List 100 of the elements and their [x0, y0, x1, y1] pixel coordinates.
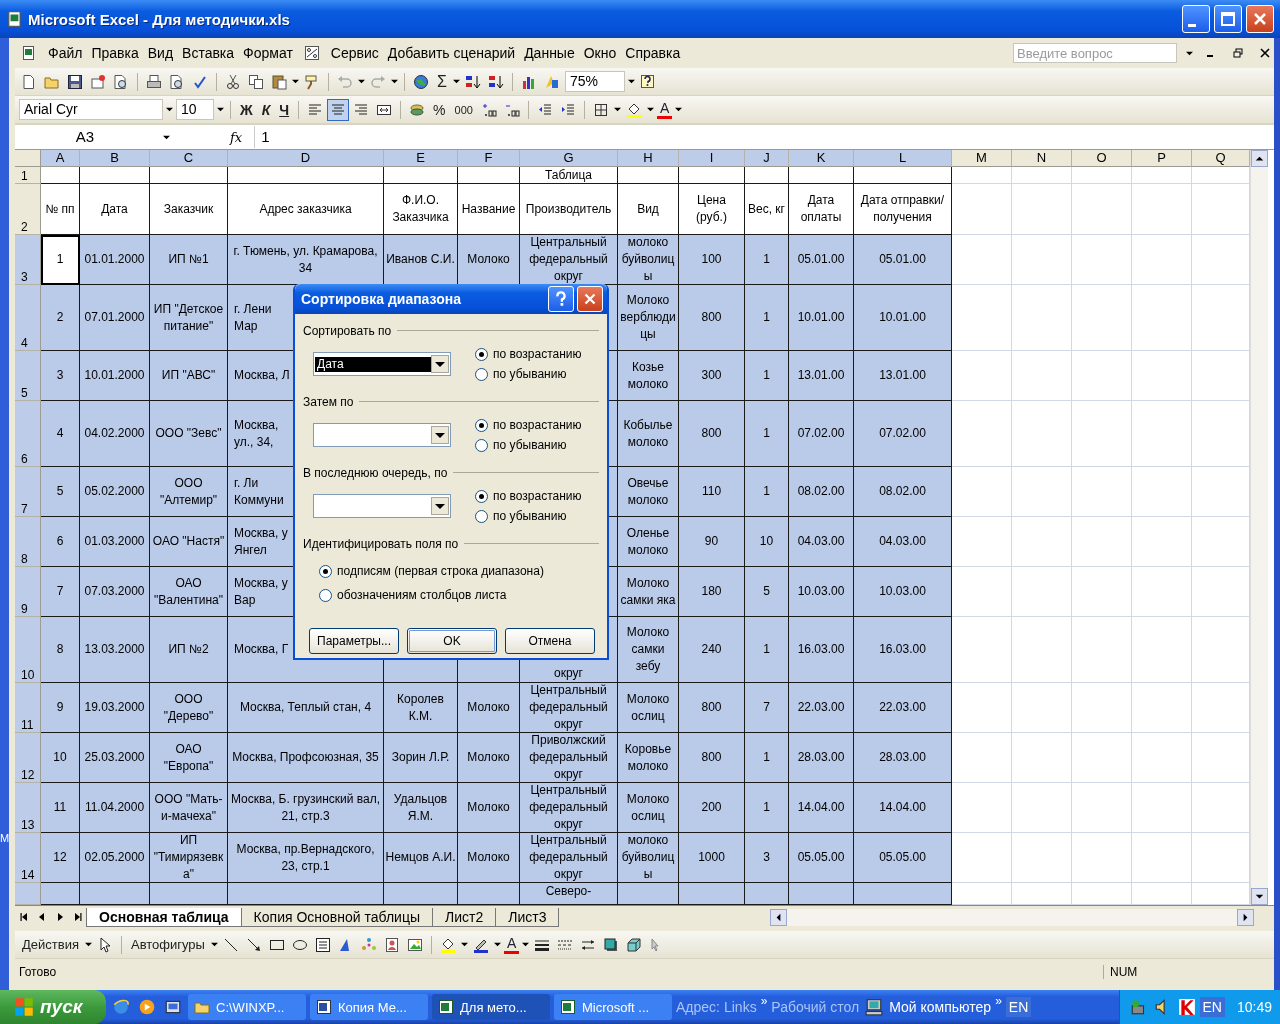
dropdown-arrow-icon[interactable] [522, 941, 530, 948]
name-box[interactable]: A3 [15, 127, 163, 147]
horizontal-scrollbar[interactable] [770, 908, 1254, 926]
dropdown-arrow-icon[interactable] [166, 106, 173, 113]
radio-button[interactable] [319, 564, 332, 578]
minimize-button[interactable] [1182, 5, 1210, 33]
row-header[interactable]: 4 [15, 285, 41, 351]
toolbar-chevron[interactable]: » [760, 994, 768, 1008]
zoom-dropdown[interactable]: 75% [564, 71, 625, 92]
radio-button[interactable] [475, 438, 488, 452]
menu-item[interactable]: Справка [625, 45, 681, 61]
font-size-dropdown[interactable]: 10 [176, 99, 214, 120]
sort-field-dropdown[interactable]: Дата [313, 352, 451, 376]
column-header[interactable]: B [80, 150, 150, 167]
column-header[interactable]: E [384, 150, 458, 167]
menu-item[interactable]: Вставка [182, 45, 235, 61]
autosum-button[interactable]: Σ [434, 72, 450, 91]
column-header[interactable]: N [1012, 150, 1072, 167]
dropdown-arrow-icon[interactable] [84, 941, 92, 948]
column-header[interactable]: L [854, 150, 952, 167]
scroll-left-icon[interactable] [770, 908, 787, 926]
align-center-icon[interactable] [328, 99, 349, 120]
radio-label[interactable]: по убыванию [493, 509, 567, 523]
toolbar-chevron[interactable]: » [995, 994, 1002, 1008]
row-header[interactable]: 5 [15, 351, 41, 401]
media-player-icon[interactable] [138, 998, 156, 1016]
menu-item[interactable]: Окно [583, 45, 617, 61]
menu-item[interactable]: Добавить сценарий [387, 45, 516, 61]
column-header[interactable]: C [150, 150, 228, 167]
sheet-tab[interactable]: Копия Основной таблицы [240, 907, 433, 927]
text-style-button[interactable]: Ж [237, 101, 256, 118]
dropdown-arrow-icon[interactable] [358, 78, 365, 85]
dropdown-arrow-icon[interactable] [163, 133, 170, 141]
row-header[interactable]: 1 [15, 167, 41, 184]
formula-field[interactable]: 1 [254, 126, 1274, 148]
radio-label[interactable]: по убыванию [493, 438, 567, 452]
dropdown-arrow-icon[interactable] [627, 78, 635, 85]
text-style-button[interactable]: Ч [276, 101, 293, 118]
radio-label[interactable]: по возрастанию [493, 489, 582, 503]
column-header[interactable]: K [789, 150, 854, 167]
dialog-button[interactable]: OK [407, 628, 497, 654]
start-button[interactable]: пуск [0, 990, 106, 1024]
my-computer-toolbar[interactable]: Мой компьютер [889, 999, 992, 1015]
menu-item[interactable]: Правка [91, 45, 139, 61]
sheet-tab[interactable]: Основная таблица [86, 907, 242, 927]
column-header[interactable]: F [458, 150, 520, 167]
help-button[interactable] [548, 286, 574, 312]
close-button[interactable] [1246, 5, 1274, 33]
font-color-button[interactable]: A [503, 935, 520, 954]
radio-button[interactable] [475, 509, 488, 523]
menu-item[interactable]: Сервис [330, 45, 379, 61]
row-header[interactable]: 7 [15, 467, 41, 517]
menu-item[interactable]: Формат [243, 45, 293, 61]
help-search-field[interactable]: Введите вопрос [1013, 43, 1177, 63]
scroll-right-icon[interactable] [1237, 908, 1254, 926]
percent-button[interactable]: % [430, 101, 449, 118]
taskbar-button[interactable]: C:\WINXP... [188, 994, 306, 1020]
row-header[interactable]: 2 [15, 184, 41, 235]
radio-label[interactable]: по убыванию [493, 367, 567, 381]
row-header[interactable]: 12 [15, 733, 41, 783]
taskbar-button[interactable]: Копия Ме... [310, 994, 428, 1020]
row-header[interactable]: 11 [15, 683, 41, 733]
row-header[interactable]: 14 [15, 833, 41, 883]
browser-icon[interactable] [112, 998, 130, 1016]
sort-field-dropdown[interactable] [313, 494, 451, 518]
text-style-button[interactable]: К [258, 101, 274, 118]
close-icon[interactable] [1260, 48, 1270, 58]
font-dropdown[interactable]: Arial Cyr [19, 99, 163, 120]
column-header[interactable]: J [745, 150, 789, 167]
radio-label[interactable]: по возрастанию [493, 418, 582, 432]
antivirus-icon[interactable] [1177, 998, 1196, 1016]
row-header[interactable]: 8 [15, 517, 41, 567]
sort-field-dropdown[interactable] [313, 423, 451, 447]
column-header[interactable]: O [1072, 150, 1132, 167]
restore-icon[interactable] [1233, 48, 1243, 58]
dropdown-arrow-icon[interactable] [292, 78, 299, 85]
menu-item[interactable]: Вид [147, 45, 174, 61]
actions-menu[interactable]: Действия [19, 937, 82, 952]
dropdown-arrow-icon[interactable] [460, 941, 468, 948]
radio-button[interactable] [475, 489, 488, 503]
taskbar-button[interactable]: Microsoft ... [554, 994, 672, 1020]
font-color-button[interactable]: A [656, 100, 673, 119]
language-indicator[interactable]: EN [1199, 997, 1225, 1017]
row-header[interactable]: 10 [15, 617, 41, 683]
vertical-scrollbar[interactable] [1250, 150, 1268, 905]
column-header[interactable]: Q [1192, 150, 1250, 167]
column-header[interactable]: A [41, 150, 80, 167]
thousands-separator-button[interactable]: 000 [451, 103, 476, 116]
dropdown-arrow-icon[interactable] [675, 106, 683, 113]
taskbar-button[interactable]: Для мето... [432, 994, 550, 1020]
last-sheet-icon[interactable] [73, 912, 83, 922]
first-sheet-icon[interactable] [19, 912, 29, 922]
menu-item[interactable]: Файл [48, 45, 83, 61]
dropdown-arrow-icon[interactable] [391, 78, 398, 85]
column-header[interactable]: I [679, 150, 745, 167]
radio-button[interactable] [475, 367, 488, 381]
scroll-up-icon[interactable] [1251, 150, 1268, 167]
radio-button[interactable] [475, 418, 488, 432]
radio-label[interactable]: по возрастанию [493, 347, 582, 361]
column-header[interactable]: D [228, 150, 384, 167]
